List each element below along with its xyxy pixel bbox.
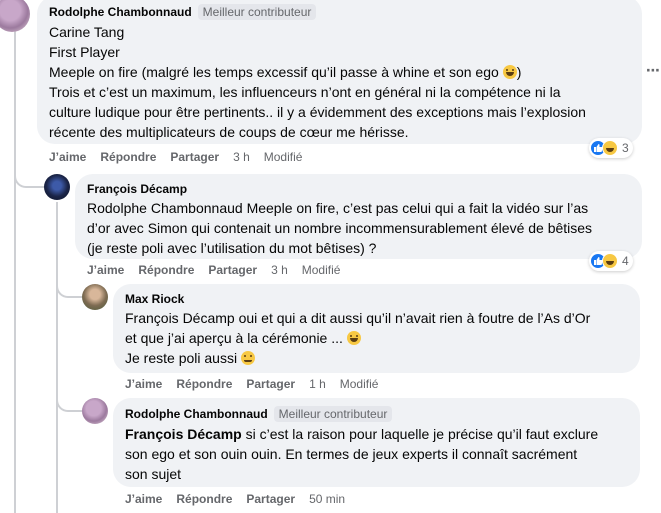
more-options-icon[interactable]: ⋯	[646, 62, 660, 79]
comment-bubble: Rodolphe Chambonnaud Meilleur contribute…	[113, 398, 640, 487]
comment-line: Rodolphe Chambonnaud Meeple on fire, c’e…	[87, 200, 589, 216]
comment-actions: J’aime Répondre Partager 1 h Modifié	[125, 377, 378, 391]
like-button[interactable]: J’aime	[125, 492, 162, 506]
haha-reaction-icon	[602, 140, 618, 156]
timestamp[interactable]: 1 h	[309, 377, 326, 391]
avatar[interactable]	[44, 174, 70, 200]
comment-author[interactable]: Max Riock	[125, 292, 184, 306]
comment-line: récente des multiplicateurs de coups de …	[49, 124, 409, 140]
modified-label: Modifié	[339, 377, 379, 391]
share-button[interactable]: Partager	[170, 150, 219, 164]
comment-actions: J’aime Répondre Partager 3 h Modifié	[49, 150, 302, 164]
timestamp[interactable]: 3 h	[271, 263, 288, 277]
comment-actions: J’aime Répondre Partager 3 h Modifié	[87, 263, 340, 277]
comment-author[interactable]: Rodolphe Chambonnaud	[49, 5, 192, 19]
comment-text: François Décamp oui et qui a dit aussi q…	[125, 308, 628, 368]
comment-author[interactable]: François Décamp	[87, 182, 187, 196]
comment-line: First Player	[49, 44, 120, 60]
thread-connector	[14, 168, 44, 188]
comment-line: son ego et son ouin ouin. En termes de j…	[125, 446, 578, 462]
like-button[interactable]: J’aime	[49, 150, 86, 164]
comment-line: son sujet	[125, 466, 182, 482]
comment-line: Carine Tang	[49, 24, 125, 40]
like-button[interactable]: J’aime	[87, 263, 124, 277]
comment-text: Carine Tang First Player Meeple on fire …	[49, 22, 630, 142]
comment-line: Je reste poli aussi	[125, 348, 628, 368]
modified-label: Modifié	[263, 150, 303, 164]
laughing-emoji-icon	[502, 65, 517, 79]
reaction-count: 3	[622, 141, 629, 155]
comment-bubble: Max Riock François Décamp oui et qui a d…	[113, 284, 640, 373]
share-button[interactable]: Partager	[246, 377, 295, 391]
mention-link[interactable]: François Décamp	[125, 426, 242, 442]
comment-bubble: Rodolphe Chambonnaud Meilleur contribute…	[37, 0, 642, 144]
comment-line: et que j’ai aperçu à la cérémonie ...	[125, 328, 628, 348]
avatar[interactable]	[82, 284, 108, 310]
avatar[interactable]	[82, 398, 108, 424]
contributor-badge: Meilleur contributeur	[273, 406, 393, 422]
comment-actions: J’aime Répondre Partager 50 min	[125, 492, 359, 506]
share-button[interactable]: Partager	[208, 263, 257, 277]
comment-line: François Décamp si c’est la raison pour …	[125, 426, 599, 442]
reply-button[interactable]: Répondre	[176, 492, 232, 506]
reply-button[interactable]: Répondre	[100, 150, 156, 164]
comment-author[interactable]: Rodolphe Chambonnaud	[125, 407, 268, 421]
comment-text: François Décamp si c’est la raison pour …	[125, 424, 628, 484]
thread-connector	[56, 394, 82, 412]
share-button[interactable]: Partager	[246, 492, 295, 506]
comment-line: François Décamp oui et qui a dit aussi q…	[125, 310, 591, 326]
comment-line: (je reste poli avec l’utilisation du mot…	[87, 240, 377, 256]
reply-button[interactable]: Répondre	[176, 377, 232, 391]
comment-line: Trois et c’est un maximum, les influence…	[49, 84, 561, 100]
comment-line: Meeple on fire (malgré les temps excessi…	[49, 64, 522, 80]
thread-connector	[56, 278, 82, 298]
thread-line-main	[14, 28, 16, 513]
modified-label: Modifié	[301, 263, 341, 277]
comment-line: culture ludique pour être pertinents.. i…	[49, 104, 586, 120]
timestamp[interactable]: 3 h	[233, 150, 250, 164]
reactions-summary[interactable]: 4	[589, 251, 633, 271]
winking-emoji-icon	[240, 351, 255, 365]
contributor-badge: Meilleur contributeur	[197, 4, 317, 20]
reaction-count: 4	[622, 254, 629, 268]
like-button[interactable]: J’aime	[125, 377, 162, 391]
comment-line: d’or avec Simon qui contenait un nombre …	[87, 220, 593, 236]
laughing-emoji-icon	[346, 331, 361, 345]
comment-bubble: François Décamp Rodolphe Chambonnaud Mee…	[75, 174, 642, 259]
avatar[interactable]	[0, 0, 30, 32]
reply-button[interactable]: Répondre	[138, 263, 194, 277]
reactions-summary[interactable]: 3	[589, 138, 633, 158]
timestamp[interactable]: 50 min	[309, 492, 345, 506]
comment-text: Rodolphe Chambonnaud Meeple on fire, c’e…	[87, 198, 630, 258]
haha-reaction-icon	[602, 253, 618, 269]
thread-line-nested	[56, 202, 58, 513]
